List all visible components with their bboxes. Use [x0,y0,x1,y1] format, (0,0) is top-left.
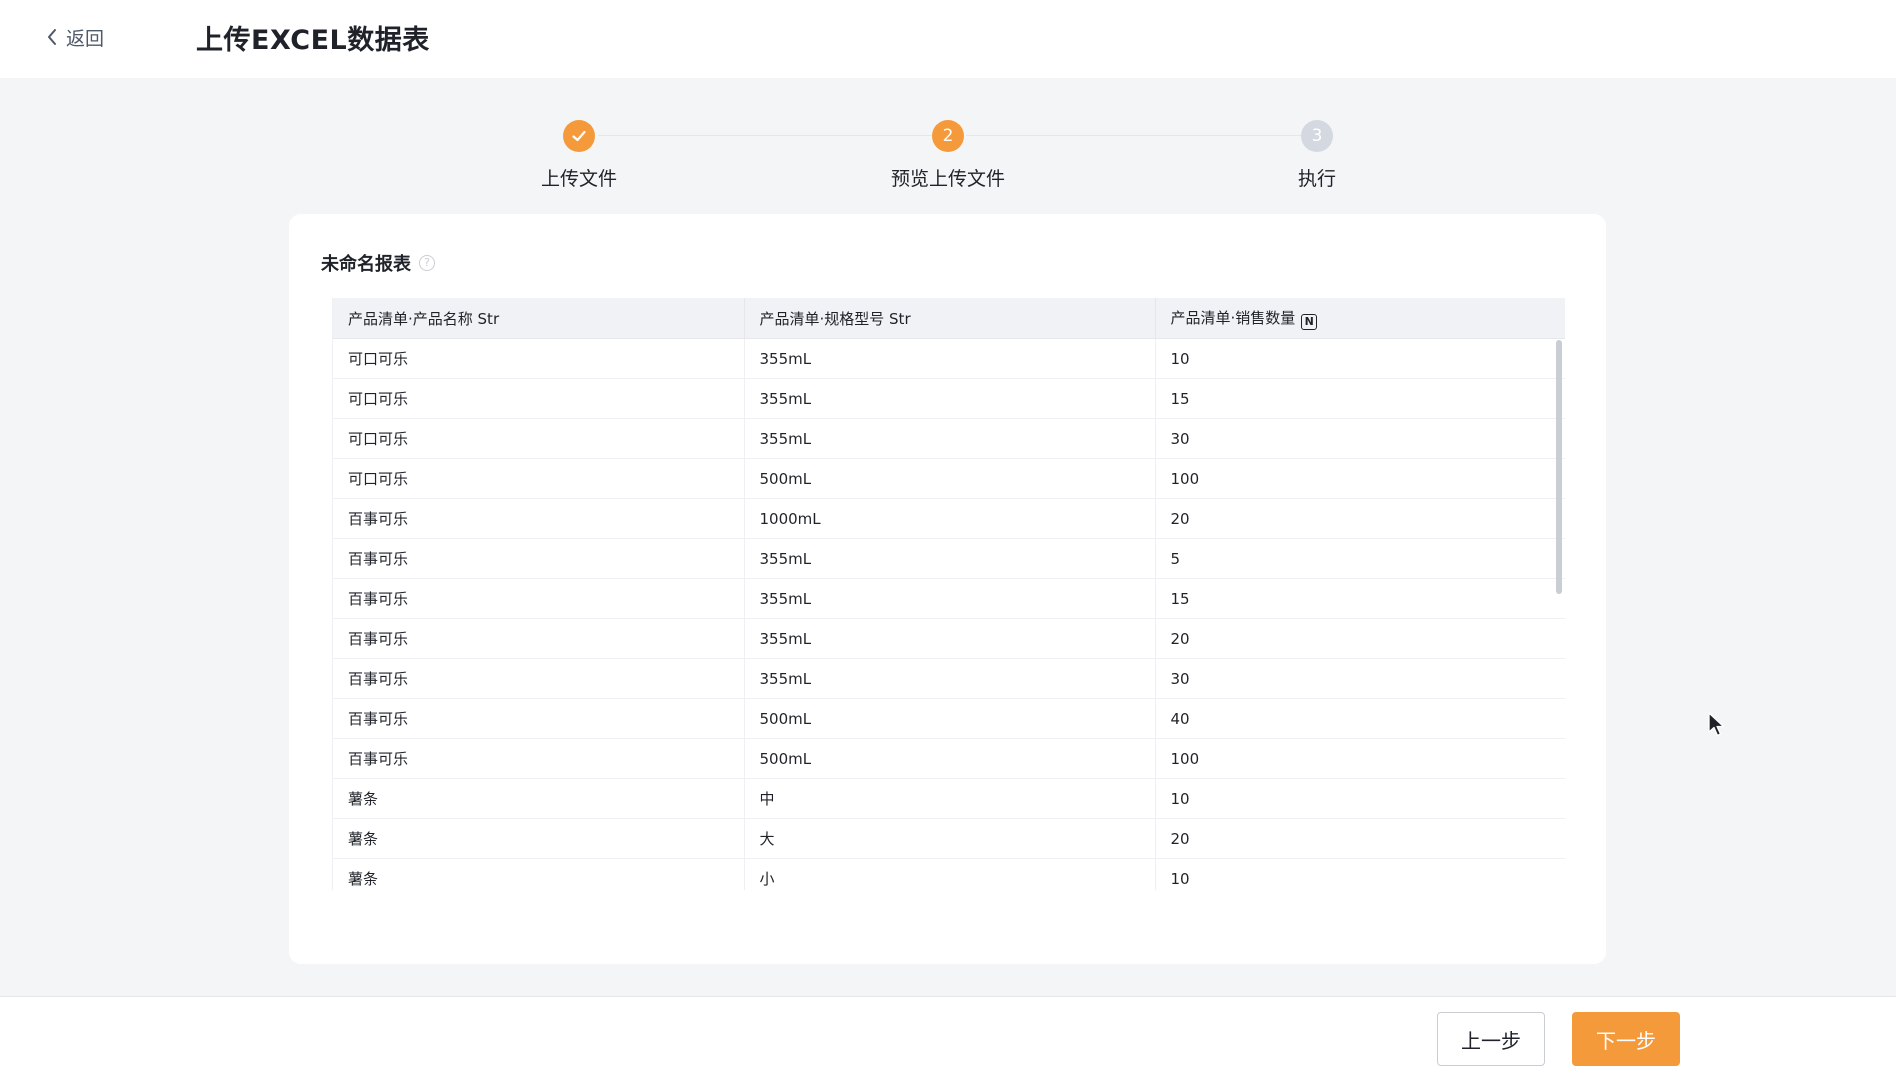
table-row: 百事可乐 355mL 30 [333,658,1565,699]
table-cell: 500mL [744,738,1156,779]
table-row: 百事可乐 355mL 5 [333,538,1565,579]
question-circle-icon[interactable]: ? [419,255,435,271]
column-header: 产品清单·产品名称 Str [333,298,745,339]
table-cell: 355mL [744,418,1156,459]
table-row: 薯条小 10 [333,858,1565,890]
table-cell: 10 [1155,338,1565,379]
table-cell: 100 [1155,458,1565,499]
table-cell: 100 [1155,738,1565,779]
table-row: 百事可乐 355mL 20 [333,618,1565,659]
step-number: 3 [1301,120,1333,152]
table-cell: 小 [744,858,1156,890]
top-bar: 返回 上传EXCEL数据表 [0,0,1896,78]
step-execute: 3 执行 [1217,118,1417,191]
step-label: 上传文件 [540,168,617,190]
table-row: 百事可乐 1000mL 20 [333,498,1565,539]
table-row: 可口可乐 500mL 100 [333,458,1565,499]
column-header: 产品清单·规格型号 Str [744,298,1156,339]
table-cell: 355mL [744,578,1156,619]
table-cell: 500mL [744,458,1156,499]
table-cell: 30 [1155,418,1565,459]
table-cell: 355mL [744,538,1156,579]
table-cell: 百事可乐 [333,538,745,579]
table-header-row: 产品清单·产品名称 Str 产品清单·规格型号 Str 产品清单·销售数量 N [333,298,1565,339]
preview-card: 未命名报表 ? 产品清单·产品名称 Str 产品清单·规格型号 Str 产品清单… [289,214,1606,964]
table-cell: 355mL [744,618,1156,659]
previous-step-button[interactable]: 上一步 [1437,1012,1545,1066]
table-cell: 百事可乐 [333,578,745,619]
table-cell: 百事可乐 [333,698,745,739]
table-cell: 15 [1155,578,1565,619]
mouse-cursor-icon [1708,712,1725,737]
footer-bar: 上一步 下一步 [0,996,1896,1081]
table-row: 薯条大 20 [333,818,1565,859]
table-cell: 可口可乐 [333,378,745,419]
table-cell: 中 [744,778,1156,819]
table-cell: 可口可乐 [333,458,745,499]
step-number: 2 [932,120,964,152]
step-preview-file: 2 预览上传文件 [848,118,1048,191]
number-type-icon: N [1301,313,1318,330]
check-icon [563,120,595,152]
table-cell: 可口可乐 [333,418,745,459]
table-cell: 百事可乐 [333,658,745,699]
table-cell: 20 [1155,618,1565,659]
scrollbar[interactable] [1556,340,1562,594]
next-step-button[interactable]: 下一步 [1572,1012,1680,1066]
table-cell: 20 [1155,818,1565,859]
step-label: 执行 [1297,168,1336,190]
back-button[interactable]: 返回 [46,23,104,51]
table-cell: 10 [1155,778,1565,819]
report-title: 未命名报表 ? [321,250,435,276]
table-cell: 355mL [744,378,1156,419]
data-table[interactable]: 产品清单·产品名称 Str 产品清单·规格型号 Str 产品清单·销售数量 N 可… [332,298,1565,890]
table-row: 可口可乐 355mL 10 [333,338,1565,379]
chevron-left-icon [48,29,56,45]
table-row: 可口可乐 355mL 15 [333,378,1565,419]
table-row: 可口可乐 355mL 30 [333,418,1565,459]
table-cell: 薯条 [333,778,745,819]
step-upload-file: 上传文件 [479,118,679,191]
table-cell: 百事可乐 [333,618,745,659]
page-title: 上传EXCEL数据表 [196,25,430,56]
table-cell: 5 [1155,538,1565,579]
table-cell: 40 [1155,698,1565,739]
table-cell: 1000mL [744,498,1156,539]
table-cell: 10 [1155,858,1565,890]
table-cell: 可口可乐 [333,338,745,379]
table-cell: 500mL [744,698,1156,739]
table-row: 百事可乐 500mL 40 [333,698,1565,739]
table-row: 百事可乐 355mL 15 [333,578,1565,619]
table-row: 百事可乐 500mL 100 [333,738,1565,779]
table-cell: 355mL [744,658,1156,699]
table-cell: 薯条 [333,818,745,859]
table-row: 薯条中 10 [333,778,1565,819]
stepper: 上传文件 2 预览上传文件 3 执行 [0,118,1896,198]
table-cell: 百事可乐 [333,498,745,539]
back-label: 返回 [66,27,105,50]
step-label: 预览上传文件 [890,168,1005,190]
table-cell: 大 [744,818,1156,859]
table-cell: 百事可乐 [333,738,745,779]
column-header: 产品清单·销售数量 N [1155,298,1565,339]
table-cell: 15 [1155,378,1565,419]
table-cell: 30 [1155,658,1565,699]
table-cell: 薯条 [333,858,745,890]
report-title-text: 未命名报表 [321,254,411,275]
table-cell: 20 [1155,498,1565,539]
table-cell: 355mL [744,338,1156,379]
